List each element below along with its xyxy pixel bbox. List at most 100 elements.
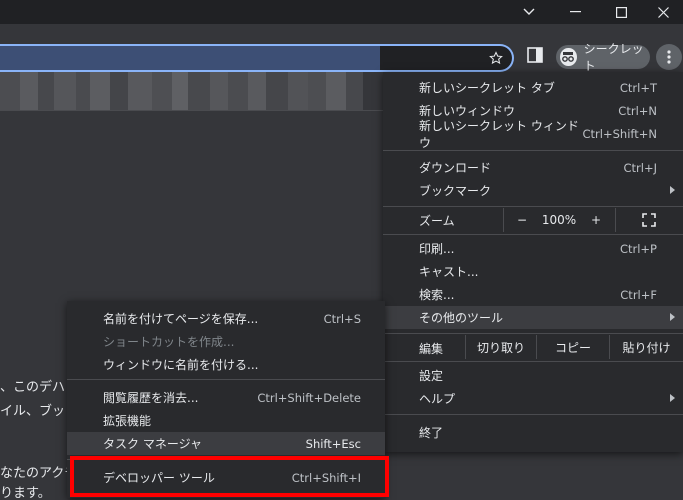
- chrome-menu: 新しいシークレット タブ Ctrl+T 新しいウィンドウ Ctrl+N 新しいシ…: [383, 72, 683, 452]
- submenu-arrow-icon: [670, 394, 675, 402]
- menu-item-extensions[interactable]: 拡張機能: [67, 409, 385, 432]
- more-vert-icon: [667, 50, 671, 64]
- edit-label: 編集: [419, 342, 444, 356]
- chevron-down-icon: [523, 8, 535, 15]
- menu-item-shortcut: Ctrl+Shift+N: [582, 126, 657, 141]
- menu-item-create-shortcut[interactable]: ショートカットを作成...: [67, 330, 385, 353]
- chrome-menu-button[interactable]: [656, 44, 682, 70]
- menu-item-shortcut: Ctrl+N: [618, 103, 657, 118]
- menu-item-shortcut: Ctrl+Shift+Delete: [257, 390, 361, 405]
- zoom-value: 100%: [541, 213, 577, 227]
- menu-separator: [383, 414, 683, 415]
- zoom-in-button[interactable]: +: [579, 208, 613, 232]
- page-text-line: ります。: [0, 486, 51, 500]
- incognito-chip[interactable]: シークレット: [556, 42, 650, 73]
- page-text-line: 、このデハ: [0, 380, 66, 395]
- maximize-icon: [615, 6, 627, 18]
- zoom-divider: [503, 208, 504, 232]
- menu-item-shortcut: Ctrl+S: [323, 311, 361, 326]
- menu-item-shortcut: Ctrl+J: [623, 160, 658, 175]
- fullscreen-button[interactable]: [633, 208, 665, 232]
- address-bar[interactable]: [0, 44, 514, 72]
- incognito-icon: [560, 48, 577, 66]
- title-bar: [0, 0, 683, 24]
- menu-item-new-incognito-tab[interactable]: 新しいシークレット タブ Ctrl+T: [383, 76, 683, 99]
- paste-label: 貼り付け: [622, 340, 671, 355]
- menu-item-find[interactable]: 検索... Ctrl+F: [383, 283, 683, 306]
- menu-separator: [383, 234, 683, 235]
- menu-item-print[interactable]: 印刷... Ctrl+P: [383, 237, 683, 260]
- menu-item-exit[interactable]: 終了: [383, 421, 683, 444]
- menu-separator: [383, 361, 683, 362]
- menu-separator: [383, 206, 683, 207]
- close-button[interactable]: [644, 0, 683, 24]
- copy-label: コピー: [554, 340, 591, 355]
- menu-item-cast[interactable]: キャスト...: [383, 260, 683, 283]
- menu-item-new-incognito-window[interactable]: 新しいシークレット ウィンドウ Ctrl+Shift+N: [383, 119, 683, 150]
- address-bar-selection: [0, 46, 380, 70]
- menu-item-label: 印刷...: [419, 242, 455, 256]
- menu-separator: [383, 333, 683, 334]
- incognito-label: シークレット: [583, 42, 644, 73]
- paste-button[interactable]: 貼り付け: [610, 335, 683, 359]
- menu-item-label: 閲覧履歴を消去...: [103, 391, 199, 405]
- menu-item-label: 検索...: [419, 288, 455, 302]
- zoom-divider: [615, 208, 616, 232]
- bookmark-star-button[interactable]: [486, 48, 506, 68]
- menu-item-clear-browsing-data[interactable]: 閲覧履歴を消去... Ctrl+Shift+Delete: [67, 386, 385, 409]
- edit-row: 編集 切り取り コピー 貼り付け: [383, 335, 683, 359]
- zoom-in-icon: +: [590, 213, 602, 227]
- menu-item-name-window[interactable]: ウィンドウに名前を付ける...: [67, 353, 385, 376]
- menu-item-label: ブックマーク: [419, 184, 492, 198]
- zoom-out-icon: −: [516, 213, 528, 227]
- blurred-bookmarks: [0, 72, 383, 110]
- menu-item-help[interactable]: ヘルプ: [383, 387, 683, 410]
- menu-item-shortcut: Shift+Esc: [305, 436, 361, 451]
- submenu-arrow-icon: [670, 313, 675, 321]
- side-panel-icon: [527, 47, 543, 63]
- cut-button[interactable]: 切り取り: [466, 335, 536, 359]
- menu-item-bookmarks[interactable]: ブックマーク: [383, 179, 683, 202]
- menu-item-label: その他のツール: [419, 311, 504, 325]
- page-text-line: イル、ブッ: [0, 404, 66, 419]
- menu-item-save-page[interactable]: 名前を付けてページを保存... Ctrl+S: [67, 307, 385, 330]
- menu-item-label: ヘルプ: [419, 392, 456, 406]
- menu-item-label: 名前を付けてページを保存...: [103, 312, 259, 326]
- zoom-row: ズーム − 100% +: [383, 208, 683, 232]
- menu-item-label: 終了: [419, 426, 444, 440]
- menu-item-label: タスク マネージャ: [103, 437, 202, 451]
- menu-item-label: 新しいシークレット ウィンドウ: [419, 118, 579, 150]
- menu-item-settings[interactable]: 設定: [383, 364, 683, 387]
- menu-item-label: 新しいシークレット タブ: [419, 81, 555, 95]
- fullscreen-icon: [642, 213, 656, 227]
- menu-item-label: キャスト...: [419, 265, 479, 279]
- tab-search-button[interactable]: [506, 0, 552, 24]
- menu-item-label: 設定: [419, 369, 444, 383]
- menu-item-shortcut: Ctrl+F: [620, 287, 657, 302]
- menu-item-label: ダウンロード: [419, 161, 492, 175]
- menu-item-shortcut: Ctrl+P: [619, 241, 657, 256]
- menu-item-task-manager[interactable]: タスク マネージャ Shift+Esc: [67, 432, 385, 455]
- menu-item-shortcut: Ctrl+T: [619, 80, 657, 95]
- menu-item-label: ウィンドウに名前を付ける...: [103, 358, 259, 372]
- side-panel-button[interactable]: [527, 47, 545, 65]
- highlight-box: [70, 456, 389, 497]
- minimize-icon: [569, 11, 581, 13]
- page-text-line: なたのアクチ: [0, 466, 78, 481]
- menu-separator: [383, 150, 683, 151]
- maximize-button[interactable]: [598, 0, 644, 24]
- close-icon: [658, 6, 669, 18]
- menu-item-label: 拡張機能: [103, 414, 152, 428]
- zoom-out-button[interactable]: −: [505, 208, 539, 232]
- menu-item-label: ショートカットを作成...: [103, 335, 235, 349]
- cut-label: 切り取り: [476, 340, 525, 355]
- star-icon: [489, 51, 503, 65]
- menu-item-downloads[interactable]: ダウンロード Ctrl+J: [383, 156, 683, 179]
- zoom-label: ズーム: [419, 214, 455, 228]
- zoom-level: 100%: [539, 208, 579, 232]
- minimize-button[interactable]: [552, 0, 598, 24]
- menu-separator: [67, 379, 385, 380]
- copy-button[interactable]: コピー: [537, 335, 609, 359]
- submenu-arrow-icon: [670, 186, 675, 194]
- menu-item-more-tools[interactable]: その他のツール: [383, 306, 683, 329]
